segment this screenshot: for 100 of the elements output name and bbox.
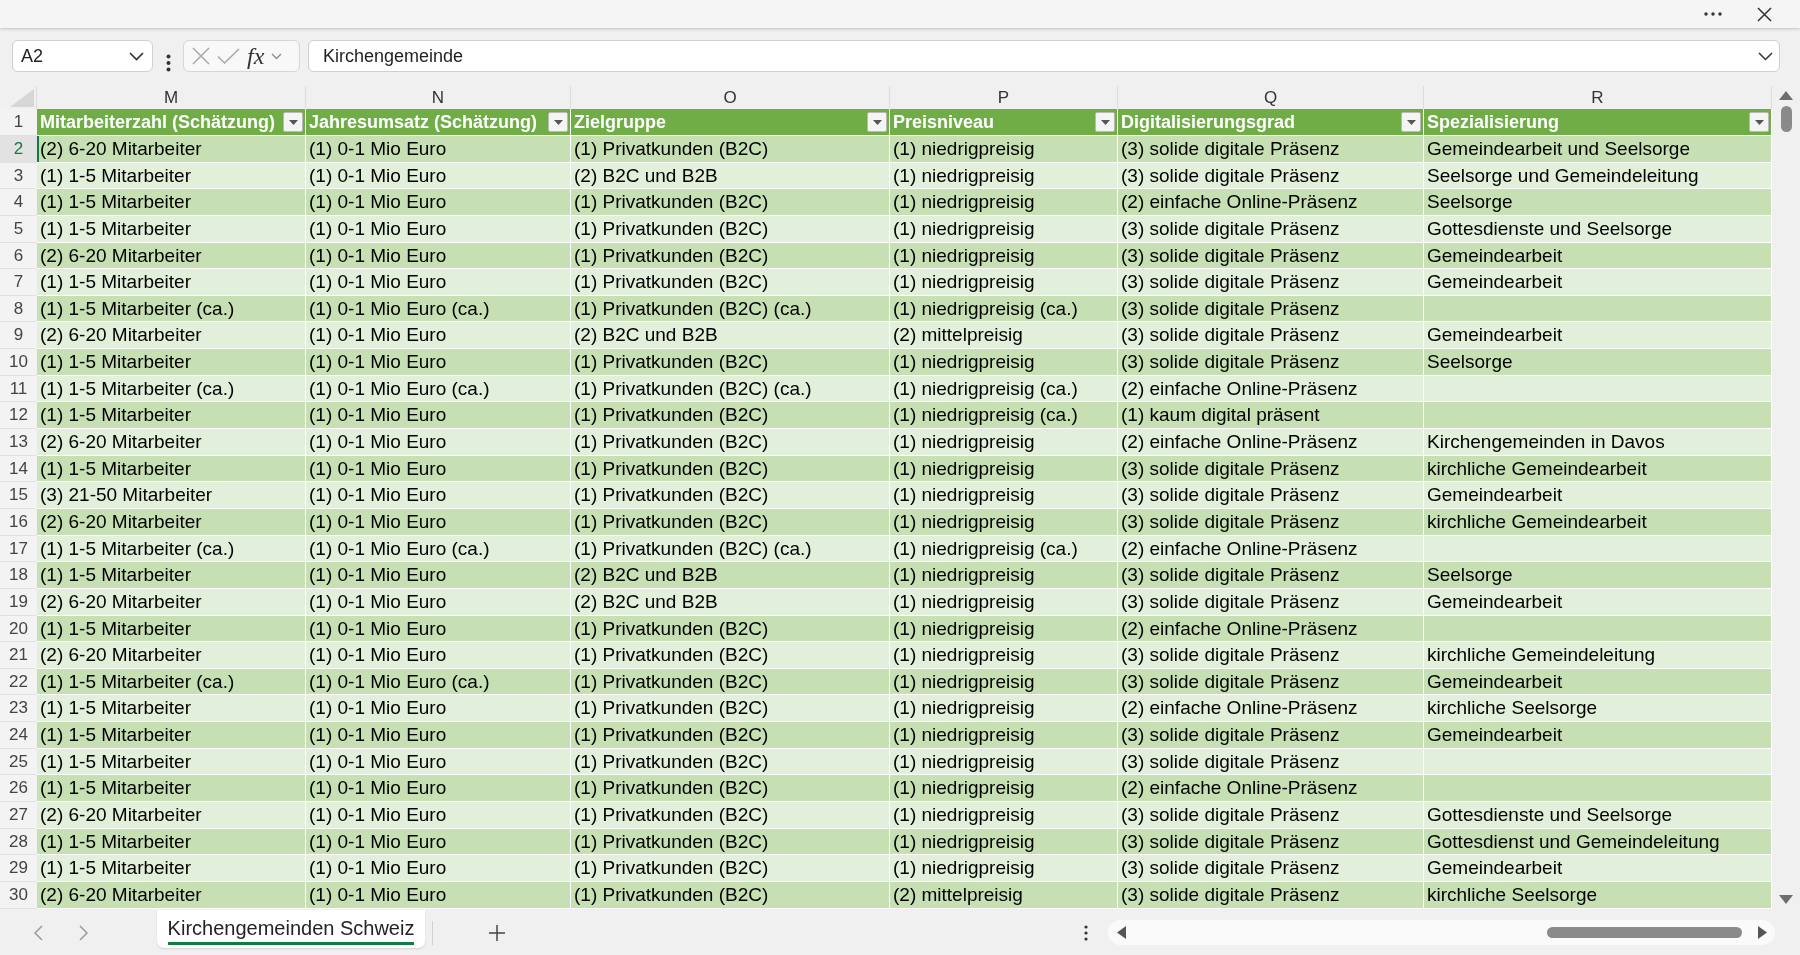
table-cell: (1) 1-5 Mitarbeiter [37,695,306,723]
table-cell: (1) niedrigpreisig [890,695,1118,723]
header-label: Mitarbeiterzahl (Schätzung) [40,110,276,134]
table-cell: (1) 1-5 Mitarbeiter [37,562,306,589]
table-cell: (1) niedrigpreisig [890,349,1118,376]
table-cell: (1) niedrigpreisig (ca.) [890,295,1118,323]
table-cell: (1) 0-1 Mio Euro [306,588,571,616]
table-cell: Gemeindearbeit [1424,855,1772,882]
table-cell: (1) niedrigpreisig [890,215,1118,243]
table-cell: (3) solide digitale Präsenz [1118,455,1424,483]
triangle-up-icon[interactable] [1779,91,1793,100]
filter-button[interactable] [548,112,568,132]
filter-button[interactable] [1095,112,1115,132]
plus-icon[interactable] [489,924,505,941]
function-button[interactable]: fx [247,44,265,68]
table-cell: (1) 0-1 Mio Euro [306,722,571,749]
filter-button[interactable] [867,112,887,132]
scrollbar-thumb[interactable] [1780,106,1792,132]
table-cell: (2) B2C und B2B [571,562,890,589]
row-header[interactable]: 2 [0,136,37,163]
table-cell: (1) Privatkunden (B2C) [571,402,890,430]
table-cell: (2) 6-20 Mitarbeiter [37,802,306,829]
more-vertical-icon[interactable] [166,54,171,72]
table-cell: (1) niedrigpreisig [890,562,1118,589]
table-cell: (1) 1-5 Mitarbeiter (ca.) [37,295,306,323]
close-icon[interactable] [1757,6,1772,22]
table-cell: (1) Privatkunden (B2C) [571,802,890,829]
triangle-right-icon[interactable] [1758,926,1767,939]
table-cell: (1) Privatkunden (B2C) [571,642,890,669]
table-cell: (1) 1-5 Mitarbeiter [37,162,306,190]
table-cell: (1) 1-5 Mitarbeiter [37,615,306,643]
table-cell: (1) Privatkunden (B2C) [571,668,890,696]
table-cell: (1) 0-1 Mio Euro (ca.) [306,375,571,403]
table-cell: (1) niedrigpreisig (ca.) [890,375,1118,403]
table-cell: (1) niedrigpreisig [890,455,1118,483]
formula-field[interactable]: Kirchengemeinde [308,40,1780,72]
triangle-left-icon[interactable] [1117,926,1126,939]
table-cell: Gemeindearbeit [1424,482,1772,509]
table-cell: (3) solide digitale Präsenz [1118,668,1424,696]
table-cell: (1) 0-1 Mio Euro [306,748,571,776]
table-cell: (1) niedrigpreisig [890,855,1118,882]
table-cell: (1) 0-1 Mio Euro [306,828,571,856]
table-cell: Gemeindearbeit und Seelsorge [1424,136,1772,163]
table-cell: (1) niedrigpreisig [890,588,1118,616]
table-cell: (1) 0-1 Mio Euro [306,136,571,163]
table-cell: (3) solide digitale Präsenz [1118,136,1424,163]
table-cell: (2) B2C und B2B [571,588,890,616]
table-cell: kirchliche Gemeindearbeit [1424,508,1772,536]
table-cell: (3) solide digitale Präsenz [1118,855,1424,882]
table-cell: (1) 0-1 Mio Euro [306,269,571,296]
table-cell: (2) einfache Online-Präsenz [1118,615,1424,643]
table-cell: kirchliche Gemeindeleitung [1424,642,1772,669]
table-cell: (2) 6-20 Mitarbeiter [37,881,306,909]
header-label: Jahresumsatz (Schätzung) [309,110,538,134]
sheet-tab[interactable]: Kirchengemeinden Schweiz [157,910,425,948]
table-cell: (1) Privatkunden (B2C) (ca.) [571,295,890,323]
table-cell: (1) Privatkunden (B2C) [571,482,890,509]
table-cell: (1) niedrigpreisig [890,642,1118,669]
table-cell: kirchliche Seelsorge [1424,695,1772,723]
more-vertical-icon[interactable] [1084,924,1088,941]
table-cell: (2) einfache Online-Präsenz [1118,775,1424,802]
table-cell: Gemeindearbeit [1424,588,1772,616]
table-cell: kirchliche Gemeindearbeit [1424,455,1772,483]
filter-button[interactable] [1749,112,1769,132]
table-cell: (1) Privatkunden (B2C) [571,775,890,802]
table-cell: (2) einfache Online-Präsenz [1118,189,1424,216]
chevron-down-icon[interactable] [129,51,144,61]
table-cell: (1) Privatkunden (B2C) [571,189,890,216]
table-cell: (2) B2C und B2B [571,322,890,350]
table-cell: (1) Privatkunden (B2C) [571,615,890,643]
table-cell: (3) solide digitale Präsenz [1118,269,1424,296]
scrollbar-thumb[interactable] [1547,927,1742,938]
more-icon[interactable] [1704,12,1722,16]
caret-down-icon [1406,119,1416,125]
table-cell: (3) solide digitale Präsenz [1118,881,1424,909]
table-cell: (1) niedrigpreisig [890,668,1118,696]
table-cell: (1) 1-5 Mitarbeiter (ca.) [37,668,306,696]
table-cell: (1) niedrigpreisig (ca.) [890,402,1118,430]
filter-button[interactable] [1401,112,1421,132]
table-cell: (1) Privatkunden (B2C) [571,881,890,909]
check-icon[interactable] [217,48,240,64]
filter-button[interactable] [283,112,303,132]
table-cell: (2) 6-20 Mitarbeiter [37,136,306,163]
triangle-down-icon[interactable] [1779,895,1793,904]
name-box[interactable]: A2 [12,40,153,72]
table-cell: (1) 1-5 Mitarbeiter [37,215,306,243]
table-cell: (1) 1-5 Mitarbeiter [37,748,306,776]
table-cell: Gemeindearbeit [1424,722,1772,749]
table-cell: (3) solide digitale Präsenz [1118,295,1424,323]
table-cell: (1) 0-1 Mio Euro [306,429,571,456]
table-cell: (1) 1-5 Mitarbeiter [37,828,306,856]
table-cell: (1) niedrigpreisig [890,722,1118,749]
table-cell: (1) niedrigpreisig [890,775,1118,802]
table-cell: (3) solide digitale Präsenz [1118,242,1424,270]
table-cell: (3) solide digitale Präsenz [1118,828,1424,856]
table-cell: (1) 1-5 Mitarbeiter (ca.) [37,375,306,403]
chevron-down-icon[interactable] [1758,51,1773,61]
table-cell: (1) niedrigpreisig [890,136,1118,163]
table-cell: (3) solide digitale Präsenz [1118,748,1424,776]
table-cell: (1) niedrigpreisig [890,482,1118,509]
